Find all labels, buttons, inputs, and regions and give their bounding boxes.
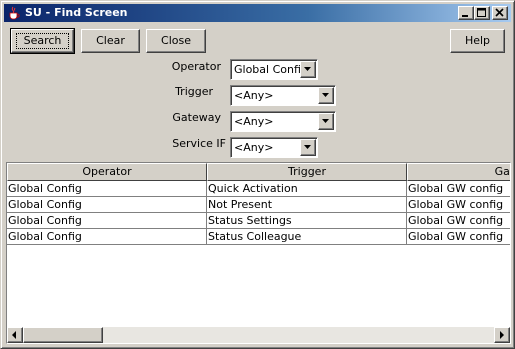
gateway-combo-dropdown-button[interactable] [318, 113, 334, 130]
cell-gateway: Global GW config [407, 197, 510, 213]
cell-gateway: Global GW config [407, 229, 510, 245]
table-header: Operator Trigger Gate [7, 163, 510, 181]
clear-button-label: Clear [96, 34, 125, 47]
close-window-button[interactable] [492, 6, 508, 20]
trigger-combo-value: <Any> [234, 89, 274, 102]
operator-combo-dropdown-button[interactable] [300, 61, 316, 78]
gateway-combo[interactable]: <Any> [230, 111, 336, 132]
gateway-label: Gateway [172, 111, 221, 124]
chevron-down-icon [322, 119, 329, 123]
table-row[interactable]: Global Config Status Colleague Global GW… [7, 229, 510, 245]
arrow-left-icon [12, 331, 16, 339]
operator-combo-value: Global Config [234, 63, 308, 76]
cell-trigger: Quick Activation [207, 181, 407, 197]
search-button[interactable]: Search [10, 28, 75, 54]
cell-operator: Global Config [7, 197, 207, 213]
service-if-label: Service IF [172, 137, 226, 150]
service-if-combo[interactable]: <Any> [230, 137, 318, 158]
trigger-label: Trigger [175, 85, 213, 98]
scroll-right-button[interactable] [494, 327, 510, 343]
table-row[interactable]: Global Config Status Settings Global GW … [7, 213, 510, 229]
chevron-down-icon [304, 67, 311, 71]
close-button[interactable]: Close [146, 29, 206, 53]
clear-button[interactable]: Clear [81, 29, 140, 53]
close-icon [495, 8, 504, 17]
scrollbar-thumb[interactable] [23, 327, 103, 343]
java-cup-icon [7, 6, 21, 20]
chevron-down-icon [322, 93, 329, 97]
cell-gateway: Global GW config [407, 181, 510, 197]
cell-operator: Global Config [7, 229, 207, 245]
column-header-operator[interactable]: Operator [7, 163, 207, 181]
cell-trigger: Status Colleague [207, 229, 407, 245]
trigger-combo[interactable]: <Any> [230, 85, 336, 106]
minimize-icon [462, 15, 468, 17]
column-header-gateway[interactable]: Gate [407, 163, 510, 181]
scroll-left-button[interactable] [7, 327, 23, 343]
gateway-combo-value: <Any> [234, 115, 274, 128]
horizontal-scrollbar[interactable] [7, 327, 510, 343]
column-header-trigger[interactable]: Trigger [207, 163, 407, 181]
cell-operator: Global Config [7, 213, 207, 229]
focus-ring [16, 33, 69, 49]
operator-combo[interactable]: Global Config [230, 59, 318, 80]
service-if-combo-value: <Any> [234, 141, 274, 154]
arrow-right-icon [500, 331, 504, 339]
table-row[interactable]: Global Config Not Present Global GW conf… [7, 197, 510, 213]
help-button[interactable]: Help [450, 29, 505, 53]
find-screen-window: SU - Find Screen Search Clear Close Help [0, 0, 515, 349]
window-title: SU - Find Screen [25, 6, 128, 19]
cell-operator: Global Config [7, 181, 207, 197]
operator-label: Operator [171, 60, 221, 73]
cell-trigger: Not Present [207, 197, 407, 213]
maximize-icon [477, 8, 486, 17]
chevron-down-icon [304, 145, 311, 149]
cell-trigger: Status Settings [207, 213, 407, 229]
maximize-button[interactable] [474, 6, 490, 20]
trigger-combo-dropdown-button[interactable] [318, 87, 334, 104]
minimize-button[interactable] [458, 6, 474, 20]
close-button-label: Close [161, 34, 191, 47]
service-if-combo-dropdown-button[interactable] [300, 139, 316, 156]
results-table[interactable]: Operator Trigger Gate Global Config Quic… [6, 162, 511, 344]
help-button-label: Help [464, 34, 491, 47]
title-bar[interactable]: SU - Find Screen [4, 4, 511, 22]
table-row[interactable]: Global Config Quick Activation Global GW… [7, 181, 510, 197]
cell-gateway: Global GW config [407, 213, 510, 229]
